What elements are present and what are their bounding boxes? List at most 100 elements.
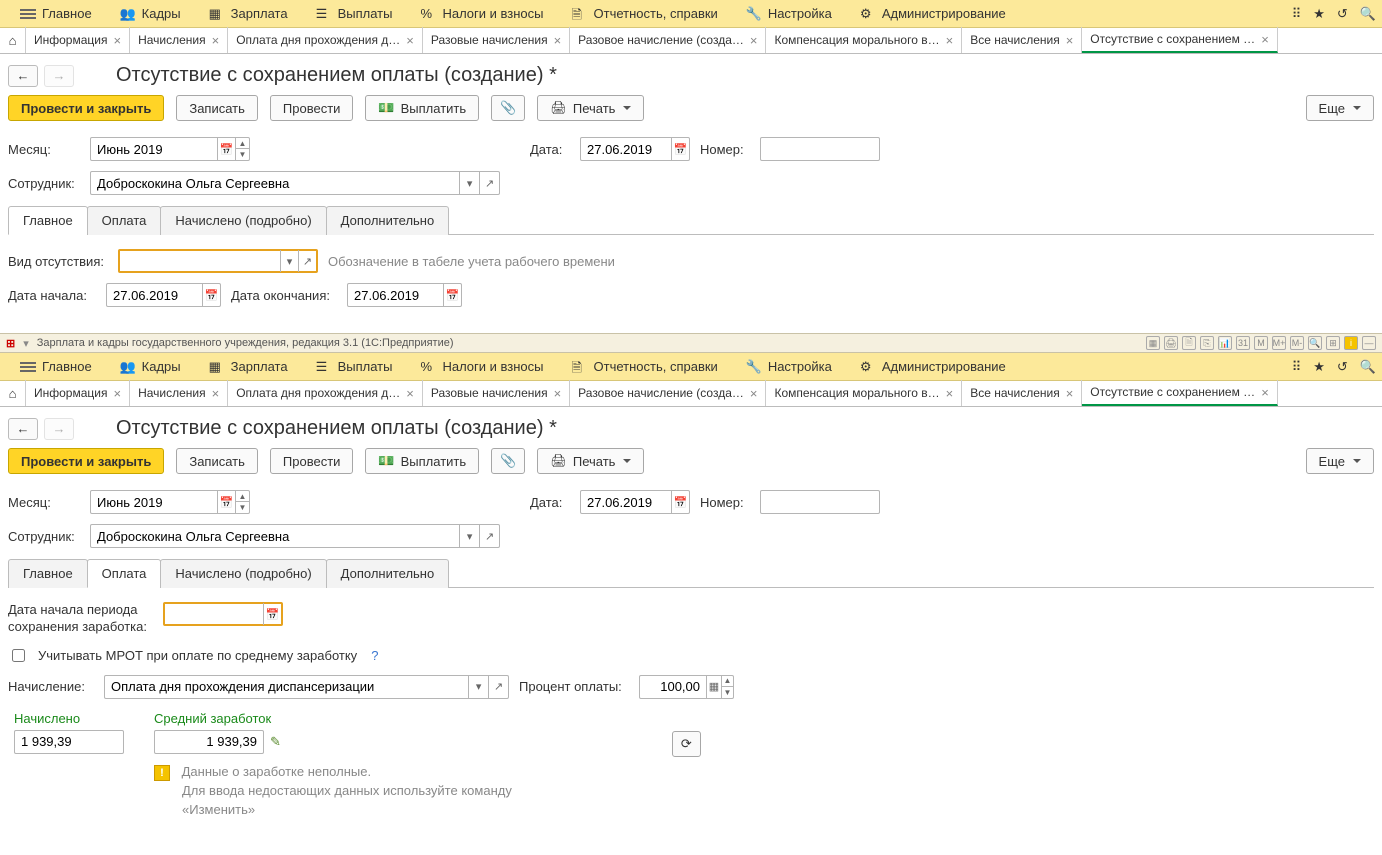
pay-button[interactable]: 💵Выплатить [365, 95, 479, 121]
accrued-field[interactable] [14, 730, 124, 754]
tb-icon[interactable]: ⎘ [1200, 336, 1214, 350]
inner-tab-extra[interactable]: Дополнительно [326, 559, 450, 588]
inner-tab-detailed[interactable]: Начислено (подробно) [160, 206, 326, 235]
close-icon[interactable]: × [946, 33, 954, 48]
menu-reports[interactable]: 🗎Отчетность, справки [558, 0, 732, 28]
forward-button[interactable]: → [44, 65, 74, 87]
print-button[interactable]: 🖨Печать [537, 448, 644, 474]
inner-tab-main[interactable]: Главное [8, 206, 88, 235]
dropdown-icon[interactable]: ▾ [459, 172, 479, 194]
tab-1[interactable]: Начисления× [130, 27, 228, 53]
percent-spinner[interactable]: ▲▼ [721, 676, 733, 698]
close-icon[interactable]: × [1066, 33, 1074, 48]
tab-1[interactable]: Начисления× [130, 380, 228, 406]
menu-taxes[interactable]: %Налоги и взносы [406, 353, 557, 381]
dropdown-icon[interactable]: ▾ [459, 525, 479, 547]
employee-input[interactable] [91, 525, 459, 547]
end-date-field[interactable]: 📅 [347, 283, 462, 307]
start-date-input[interactable] [107, 284, 202, 306]
tb-icon[interactable]: ⊞ [1326, 336, 1340, 350]
accrual-input[interactable] [105, 676, 468, 698]
calendar-icon[interactable]: 📅 [217, 491, 234, 513]
apps-icon[interactable]: ⠿ [1292, 359, 1302, 375]
tb-icon[interactable]: M- [1290, 336, 1304, 350]
close-icon[interactable]: × [750, 33, 758, 48]
menu-hamburger[interactable]: Главное [6, 0, 106, 28]
post-button[interactable]: Провести [270, 448, 354, 474]
month-spinner[interactable]: ▲▼ [235, 138, 249, 160]
post-close-button[interactable]: Провести и закрыть [8, 448, 164, 474]
attach-button[interactable]: 📎 [491, 95, 525, 121]
month-field[interactable]: 📅 ▲▼ [90, 137, 250, 161]
menu-hamburger[interactable]: Главное [6, 353, 106, 381]
print-button[interactable]: 🖨Печать [537, 95, 644, 121]
menu-hr[interactable]: 👥Кадры [106, 353, 195, 381]
close-icon[interactable]: × [212, 33, 220, 48]
tb-icon[interactable]: 🗎 [1182, 336, 1196, 350]
date-field[interactable]: 📅 [580, 137, 690, 161]
tab-4[interactable]: Разовое начисление (созда…× [570, 27, 766, 53]
open-icon[interactable]: ↗ [479, 172, 499, 194]
close-icon[interactable]: × [750, 386, 758, 401]
tb-icon[interactable]: M [1254, 336, 1268, 350]
close-icon[interactable]: × [1261, 32, 1269, 47]
date-input[interactable] [581, 491, 671, 513]
home-tab[interactable]: ⌂ [0, 27, 26, 53]
tab-6[interactable]: Все начисления× [962, 380, 1082, 406]
inner-tab-pay[interactable]: Оплата [87, 559, 162, 588]
month-input[interactable] [91, 491, 217, 513]
home-tab[interactable]: ⌂ [0, 380, 26, 406]
star-icon[interactable]: ★ [1313, 6, 1325, 22]
tab-7[interactable]: Отсутствие с сохранением …× [1082, 27, 1277, 53]
percent-field[interactable]: ▦ ▲▼ [639, 675, 734, 699]
calc-icon[interactable]: ▦ [706, 676, 721, 698]
avg-field[interactable] [154, 730, 264, 754]
post-close-button[interactable]: Провести и закрыть [8, 95, 164, 121]
menu-salary[interactable]: ▦Зарплата [195, 353, 302, 381]
absence-type-field[interactable]: ▾ ↗ [118, 249, 318, 273]
inner-tab-main[interactable]: Главное [8, 559, 88, 588]
history-icon[interactable]: ↺ [1337, 6, 1348, 22]
tab-0[interactable]: Информация× [26, 380, 130, 406]
employee-field[interactable]: ▾ ↗ [90, 524, 500, 548]
more-button[interactable]: Еще [1306, 448, 1374, 474]
number-field[interactable] [760, 137, 880, 161]
end-date-input[interactable] [348, 284, 443, 306]
close-icon[interactable]: × [1261, 385, 1269, 400]
save-button[interactable]: Записать [176, 95, 258, 121]
edit-icon[interactable]: ✎ [270, 734, 281, 750]
tb-icon[interactable]: 31 [1236, 336, 1250, 350]
period-start-field[interactable]: 📅 [163, 602, 283, 626]
menu-taxes[interactable]: %Налоги и взносы [406, 0, 557, 28]
calendar-icon[interactable]: 📅 [263, 603, 281, 625]
dropdown-icon[interactable]: ▾ [468, 676, 488, 698]
tb-icon[interactable]: M+ [1272, 336, 1286, 350]
number-field[interactable] [760, 490, 880, 514]
tab-4[interactable]: Разовое начисление (созда…× [570, 380, 766, 406]
attach-button[interactable]: 📎 [491, 448, 525, 474]
pay-button[interactable]: 💵Выплатить [365, 448, 479, 474]
tb-icon[interactable]: 🔍 [1308, 336, 1322, 350]
inner-tab-pay[interactable]: Оплата [87, 206, 162, 235]
close-icon[interactable]: × [946, 386, 954, 401]
close-icon[interactable]: × [113, 33, 121, 48]
employee-field[interactable]: ▾ ↗ [90, 171, 500, 195]
help-icon[interactable]: i [1344, 336, 1358, 350]
tab-0[interactable]: Информация× [26, 27, 130, 53]
inner-tab-detailed[interactable]: Начислено (подробно) [160, 559, 326, 588]
mrot-checkbox[interactable] [12, 649, 25, 662]
date-input[interactable] [581, 138, 671, 160]
close-icon[interactable]: × [406, 33, 414, 48]
minimize-icon[interactable]: — [1362, 336, 1376, 350]
close-icon[interactable]: × [554, 386, 562, 401]
calendar-icon[interactable]: 📅 [671, 138, 689, 160]
menu-settings[interactable]: 🔧Настройка [732, 353, 846, 381]
calendar-icon[interactable]: 📅 [202, 284, 220, 306]
calendar-icon[interactable]: 📅 [671, 491, 689, 513]
tb-icon[interactable]: ▦ [1146, 336, 1160, 350]
close-icon[interactable]: × [1066, 386, 1074, 401]
avg-input[interactable] [155, 731, 263, 753]
accrual-field[interactable]: ▾ ↗ [104, 675, 509, 699]
forward-button[interactable]: → [44, 418, 74, 440]
menu-reports[interactable]: 🗎Отчетность, справки [558, 353, 732, 381]
